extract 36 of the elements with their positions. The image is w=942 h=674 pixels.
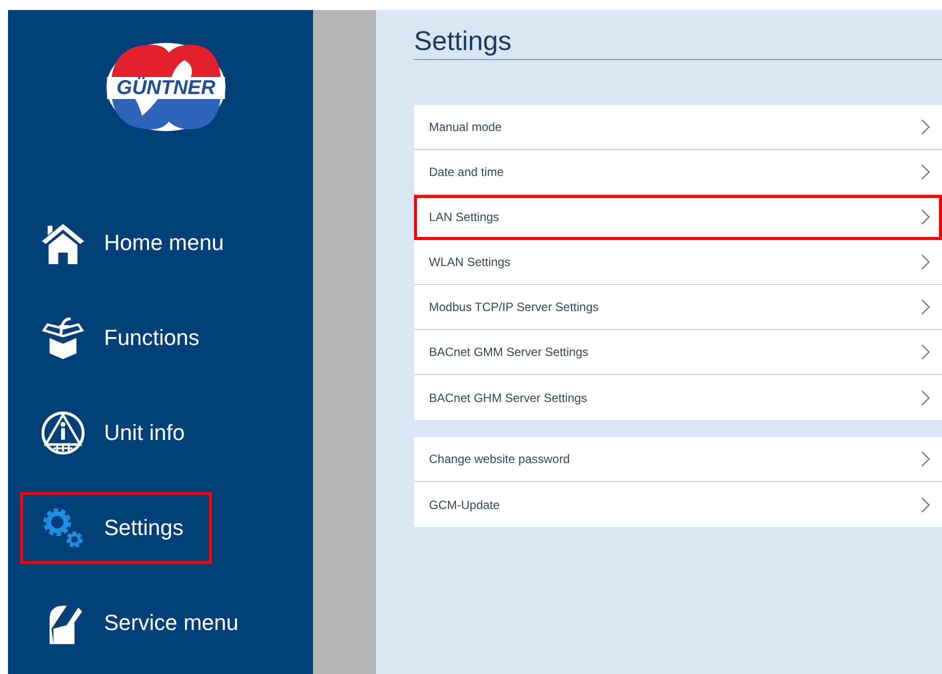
settings-row[interactable]: Manual mode — [414, 105, 942, 150]
settings-row[interactable]: Modbus TCP/IP Server Settings — [414, 285, 942, 330]
settings-row[interactable]: GCM-Update — [414, 482, 942, 527]
row-label: GCM-Update — [429, 498, 500, 512]
chevron-right-icon — [921, 344, 930, 360]
chevron-right-icon — [921, 119, 930, 135]
settings-row[interactable]: BACnet GHM Server Settings — [414, 375, 942, 420]
chevron-right-icon — [921, 390, 930, 406]
settings-row[interactable]: Change website password — [414, 437, 942, 482]
row-label: BACnet GHM Server Settings — [429, 390, 588, 404]
row-label: BACnet GMM Server Settings — [429, 345, 588, 359]
nav-item[interactable]: Unit info — [20, 397, 212, 469]
settings-row[interactable]: BACnet GMM Server Settings — [414, 330, 942, 375]
chevron-right-icon — [921, 451, 930, 467]
row-label: Manual mode — [429, 120, 502, 134]
row-label: Date and time — [429, 165, 504, 179]
chevron-right-icon — [921, 164, 930, 180]
settings-row[interactable]: WLAN Settings — [414, 240, 942, 285]
nav-item[interactable]: Settings — [20, 492, 212, 564]
page-title: Settings — [414, 26, 942, 60]
row-label: Change website password — [429, 452, 570, 466]
row-label: Modbus TCP/IP Server Settings — [429, 300, 599, 314]
info-icon — [40, 410, 86, 456]
box-icon — [40, 315, 86, 361]
logo-text: GÜNTNER — [107, 77, 225, 99]
settings-row[interactable]: Date and time — [414, 150, 942, 195]
row-label: WLAN Settings — [429, 255, 510, 269]
settings-row[interactable]: LAN Settings — [414, 195, 942, 240]
nav-item[interactable]: Home menu — [20, 207, 239, 279]
chevron-right-icon — [921, 254, 930, 270]
chevron-right-icon — [921, 496, 930, 512]
nav-item[interactable]: Functions — [20, 302, 214, 374]
nav-item[interactable]: Service menu — [20, 587, 254, 659]
chevron-right-icon — [921, 209, 930, 225]
row-label: LAN Settings — [429, 210, 500, 224]
chevron-right-icon — [921, 299, 930, 315]
